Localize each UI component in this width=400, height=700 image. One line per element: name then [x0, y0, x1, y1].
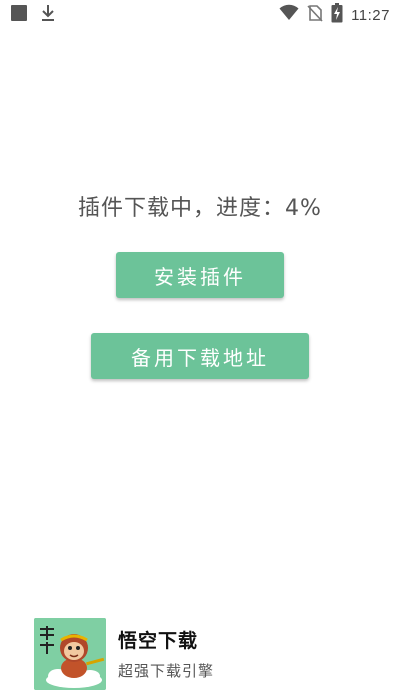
no-sim-icon — [307, 4, 323, 26]
install-plugin-button[interactable]: 安装插件 — [116, 252, 284, 298]
download-icon — [40, 4, 56, 26]
app-name: 悟空下载 — [118, 630, 199, 652]
backup-download-button[interactable]: 备用下载地址 — [91, 333, 309, 379]
status-bar: 11:27 — [0, 0, 400, 28]
status-time: 11:27 — [351, 6, 390, 24]
status-left — [10, 4, 56, 26]
app-logo-icon — [34, 618, 106, 690]
screen: 11:27 插件下载中，进度：4% 安装插件 备用下载地址 悟空下载 超强下载引… — [0, 0, 400, 700]
wifi-icon — [279, 4, 299, 26]
app-info: 悟空下载 超强下载引擎 — [34, 618, 374, 690]
status-right: 11:27 — [279, 3, 390, 27]
download-progress-text: 插件下载中，进度：4% — [78, 196, 322, 221]
battery-charging-icon — [331, 3, 343, 27]
app-slogan: 超强下载引擎 — [118, 662, 215, 680]
square-notification-icon — [10, 4, 28, 26]
